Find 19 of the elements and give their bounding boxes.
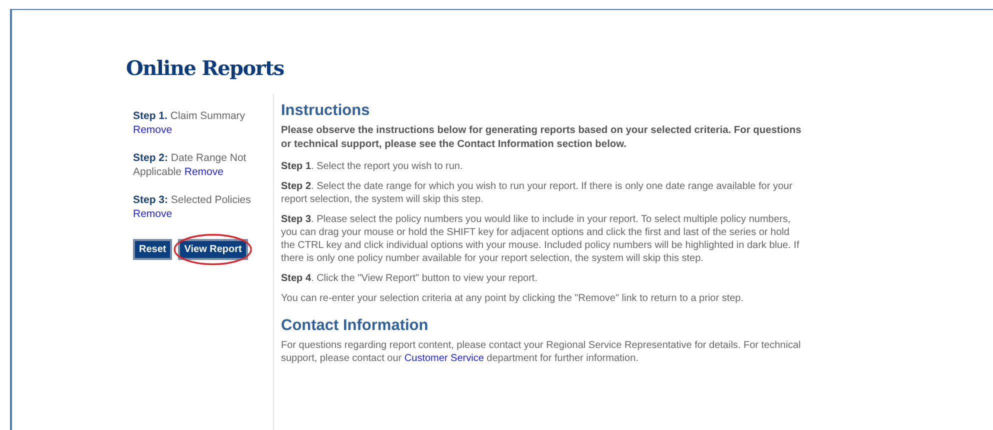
section-heading: Instructions xyxy=(281,102,371,120)
section-heading: Contact Information xyxy=(281,317,430,335)
remove-link[interactable]: Remove xyxy=(133,124,172,136)
instruction-text: Step 3. Please select the policy numbers you would like to include in your report. To select multiple policy numbers, you can drag your mouse or hold the SHIFT key for adjacent options and click the first and last of the series or hold the CTRL key and click individual options with your mouse. Included policy numbers will be highlighted in dark blue. If there is only one policy number available for your report selection, the system will skip this step. xyxy=(281,213,800,265)
intro-text: Please observe the instructions below for generating reports based on your selected criteria. For questions or technical support, please see the Contact Information section below. xyxy=(281,124,802,152)
action-button[interactable]: View Report xyxy=(178,239,248,260)
instruction-text: Step 4. Click the "View Report" button to view your report. xyxy=(281,272,538,285)
page-title: Online Reports xyxy=(126,56,285,80)
step-summary: Step 2: Date Range Not Applicable Remove xyxy=(133,151,248,179)
remove-link[interactable]: Remove xyxy=(184,166,224,178)
instruction-text: You can re-enter your selection criteria at any point by clicking the "Remove" link to return to a prior step. xyxy=(281,292,745,305)
remove-link[interactable]: Remove xyxy=(133,208,172,220)
action-button[interactable]: Reset xyxy=(133,239,172,260)
instruction-text: Step 2. Select the date range for which you wish to run your report. If there is only one date range available for your report selection, the system will skip this step. xyxy=(281,180,794,206)
contact-text: For questions regarding report content, please contact your Regional Service Representative for details. For technical support, please contact our Customer Service department for further information. xyxy=(281,339,802,365)
step-summary: Step 1. Claim Summary Remove xyxy=(133,109,246,137)
instruction-text: Step 1. Select the report you wish to run. xyxy=(281,160,464,173)
step-summary: Step 3: Selected Policies Remove xyxy=(133,193,252,221)
customer-service-link[interactable]: Customer Service xyxy=(404,353,484,364)
